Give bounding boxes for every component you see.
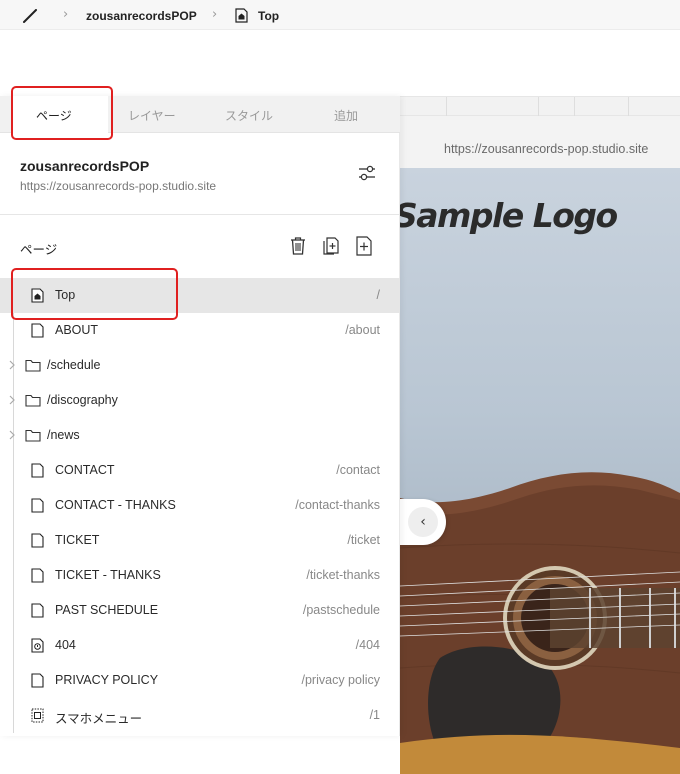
annotation-highlight-tab [11,86,113,140]
tab-styles[interactable]: スタイル [225,107,273,124]
folder-icon [25,429,41,442]
hero-image: Sample Logo [400,168,680,774]
pen-icon[interactable] [22,9,38,23]
page-path: /ticket [347,533,380,547]
tab-add[interactable]: 追加 [334,107,358,124]
guitar-image [400,472,680,774]
page-path: /404 [355,638,380,652]
page-path: /1 [369,708,380,722]
page-icon [31,533,44,548]
page-row-contact-thanks[interactable]: CONTACT - THANKS /contact-thanks [0,488,400,523]
page-path: /privacy policy [301,673,381,687]
page-label: ABOUT [55,323,99,337]
page-label: CONTACT [55,463,115,477]
page-path: /about [345,323,380,337]
folder-row-discography[interactable]: /discography [0,383,400,418]
section-title: ページ [20,242,58,257]
duplicate-page-icon[interactable] [322,236,340,256]
preview-logo: Sample Logo [400,196,618,235]
pages-panel: ページ レイヤー スタイル 追加 zousanrecordsPOP https:… [0,86,400,736]
page-icon [31,498,44,513]
page-row-mobile-menu[interactable]: スマホメニュー /1 [0,698,400,733]
page-row-past-schedule[interactable]: PAST SCHEDULE /pastschedule [0,593,400,628]
collapse-panel-button[interactable]: ‹ [400,499,446,545]
breadcrumb-project[interactable]: zousanrecordsPOP [86,9,197,23]
trash-icon[interactable] [289,236,307,256]
breadcrumb-bar: › zousanrecordsPOP › Top [0,0,680,30]
tab-layers[interactable]: レイヤー [128,107,176,124]
folder-row-schedule[interactable]: /schedule [0,348,400,383]
chevron-right-icon[interactable] [8,393,16,407]
page-row-404[interactable]: 404 /404 [0,628,400,663]
page-row-ticket[interactable]: TICKET /ticket [0,523,400,558]
page-label: PAST SCHEDULE [55,603,159,617]
chevron-right-icon[interactable] [8,358,16,372]
page-row-ticket-thanks[interactable]: TICKET - THANKS /ticket-thanks [0,558,400,593]
folder-label: /news [47,428,80,442]
folder-label: /discography [47,393,118,407]
page-icon [31,323,44,338]
settings-sliders-icon[interactable] [357,164,377,182]
site-name: zousanrecordsPOP [20,158,150,174]
add-page-icon[interactable] [355,236,373,256]
page-label: 404 [55,638,76,652]
home-page-icon [235,8,248,23]
chevron-right-icon[interactable] [8,428,16,442]
divider [0,214,400,215]
page-label: スマホメニュー [55,712,143,726]
folder-icon [25,359,41,372]
page-icon [31,673,44,688]
breadcrumb-page[interactable]: Top [258,9,279,23]
folder-row-news[interactable]: /news [0,418,400,453]
preview-url: https://zousanrecords-pop.studio.site [444,142,649,156]
folder-icon [25,394,41,407]
page-path: / [376,288,380,302]
page-path: /pastschedule [302,603,380,617]
preview-url-bar: https://zousanrecords-pop.studio.site [400,116,680,168]
chevron-right-icon: › [212,7,218,22]
annotation-highlight-top-page [11,268,178,320]
page-label: CONTACT - THANKS [55,498,176,512]
page-row-privacy-policy[interactable]: PRIVACY POLICY /privacy policy [0,663,400,698]
folder-label: /schedule [47,358,101,372]
chevron-right-icon: › [63,7,69,22]
site-preview: https://zousanrecords-pop.studio.site Sa… [400,96,680,774]
page-path: /ticket-thanks [306,568,380,582]
page-label: TICKET [55,533,100,547]
page-row-contact[interactable]: CONTACT /contact [0,453,400,488]
page-path: /contact [336,463,380,477]
site-url: https://zousanrecords-pop.studio.site [20,179,217,193]
page-icon [31,603,44,618]
error-page-icon [31,638,44,653]
page-path: /contact-thanks [295,498,380,512]
page-icon [31,463,44,478]
page-label: TICKET - THANKS [55,568,161,582]
modal-page-icon [31,708,44,723]
page-label: PRIVACY POLICY [55,673,159,687]
preview-ruler [400,96,680,117]
page-icon [31,568,44,583]
chevron-left-icon: ‹ [408,507,438,537]
